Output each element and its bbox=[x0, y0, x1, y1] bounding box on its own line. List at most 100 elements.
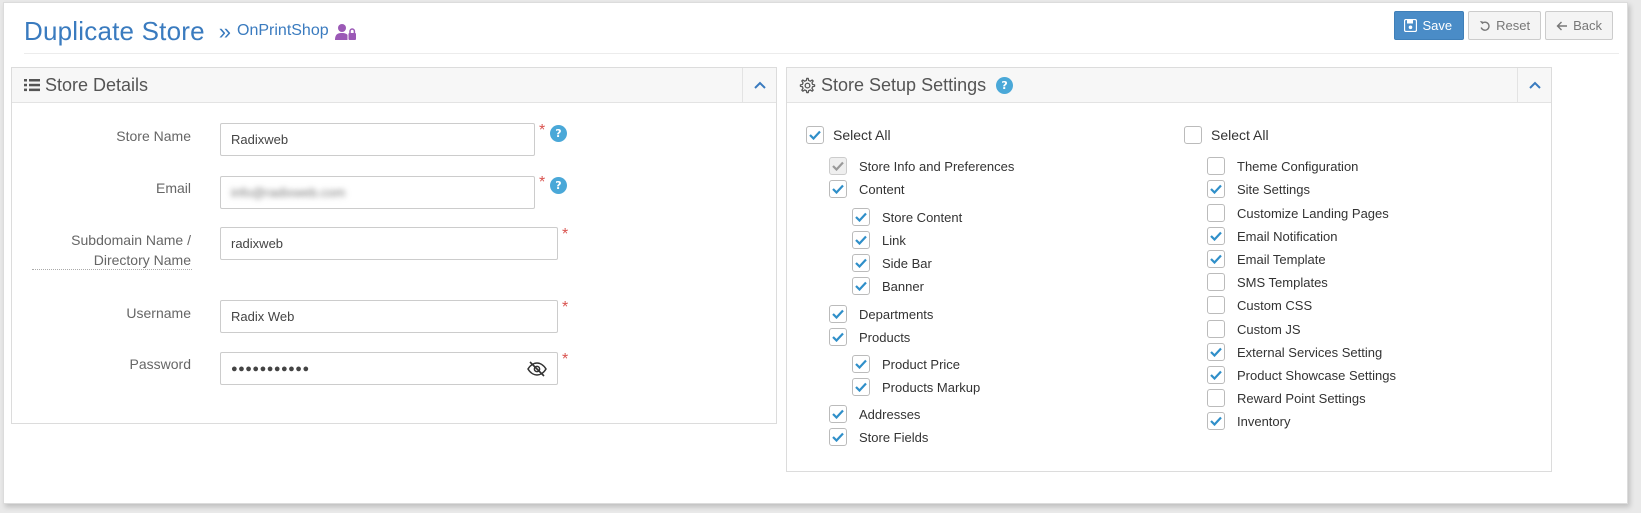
check-icon bbox=[832, 309, 844, 319]
store-details-panel: Store Details Store Name Radixweb * ? Em… bbox=[11, 67, 777, 424]
store-details-collapse-button[interactable] bbox=[742, 68, 776, 102]
checkbox-label: Side Bar bbox=[882, 255, 932, 271]
setup-option-left[interactable]: Product Price bbox=[852, 354, 960, 374]
setup-option-right[interactable]: External Services Setting bbox=[1207, 342, 1382, 362]
check-icon bbox=[855, 281, 867, 291]
back-button[interactable]: Back bbox=[1545, 11, 1613, 40]
store-setup-help-icon[interactable]: ? bbox=[996, 76, 1014, 94]
check-icon bbox=[809, 130, 821, 140]
setup-option-right[interactable]: Custom JS bbox=[1207, 319, 1301, 339]
setup-option-left[interactable]: Side Bar bbox=[852, 253, 932, 273]
checkbox[interactable] bbox=[829, 405, 847, 423]
checkbox[interactable] bbox=[1207, 389, 1225, 407]
save-label: Save bbox=[1422, 18, 1453, 33]
checkbox[interactable] bbox=[1207, 227, 1225, 245]
check-icon bbox=[1210, 416, 1222, 426]
checkbox[interactable] bbox=[1207, 250, 1225, 268]
setup-option-right[interactable]: Customize Landing Pages bbox=[1207, 203, 1389, 223]
select-all-right-checkbox[interactable]: Select All bbox=[1184, 125, 1269, 145]
eye-slash-icon[interactable] bbox=[527, 360, 547, 377]
check-icon bbox=[832, 184, 844, 194]
setup-option-left[interactable]: Store Content bbox=[852, 207, 962, 227]
checkbox-label: Email Template bbox=[1237, 251, 1326, 267]
app-frame: Duplicate Store » OnPrintShop Save Reset bbox=[3, 2, 1628, 504]
checkbox[interactable] bbox=[1207, 157, 1225, 175]
checkbox-label: Site Settings bbox=[1237, 181, 1310, 197]
setup-option-left[interactable]: Addresses bbox=[829, 404, 920, 424]
checkbox-label: SMS Templates bbox=[1237, 274, 1328, 290]
save-button[interactable]: Save bbox=[1394, 11, 1465, 40]
checkbox[interactable] bbox=[1184, 126, 1202, 144]
checkbox[interactable] bbox=[852, 254, 870, 272]
checkbox[interactable] bbox=[1207, 320, 1225, 338]
setup-option-left[interactable]: Products Markup bbox=[852, 377, 980, 397]
store-name-help-icon[interactable]: ? bbox=[550, 125, 567, 142]
checkbox-label: Select All bbox=[1211, 127, 1269, 143]
store-setup-collapse-button[interactable] bbox=[1517, 68, 1551, 102]
reset-button[interactable]: Reset bbox=[1468, 11, 1542, 40]
undo-icon bbox=[1479, 20, 1490, 31]
checkbox[interactable] bbox=[829, 428, 847, 446]
email-field[interactable]: info@radixweb.com bbox=[220, 176, 535, 209]
username-input[interactable]: Radix Web bbox=[220, 300, 558, 333]
setup-option-right[interactable]: Site Settings bbox=[1207, 179, 1310, 199]
checkbox[interactable] bbox=[852, 378, 870, 396]
checkbox[interactable] bbox=[1207, 273, 1225, 291]
setup-option-left[interactable]: Store Info and Preferences bbox=[829, 156, 1014, 176]
subdomain-label-underline bbox=[32, 269, 192, 270]
required-marker: * bbox=[562, 226, 569, 243]
checkbox[interactable] bbox=[852, 208, 870, 226]
checkbox[interactable] bbox=[1207, 412, 1225, 430]
page-header: Duplicate Store » OnPrintShop bbox=[24, 11, 357, 51]
checkbox-label: Banner bbox=[882, 278, 924, 294]
setup-option-right[interactable]: Inventory bbox=[1207, 411, 1290, 431]
checkbox[interactable] bbox=[829, 305, 847, 323]
checkbox-label: Email Notification bbox=[1237, 228, 1338, 244]
checkbox[interactable] bbox=[1207, 180, 1225, 198]
checkbox[interactable] bbox=[1207, 343, 1225, 361]
checkbox-label: Inventory bbox=[1237, 413, 1291, 429]
setup-option-left[interactable]: Banner bbox=[852, 276, 924, 296]
checkbox[interactable] bbox=[829, 180, 847, 198]
store-setup-title: Store Setup Settings bbox=[821, 74, 987, 95]
gear-icon bbox=[799, 77, 816, 93]
checkbox-label: Customize Landing Pages bbox=[1237, 205, 1389, 221]
checkbox[interactable] bbox=[1207, 204, 1225, 222]
checkbox[interactable] bbox=[852, 231, 870, 249]
toolbar: Save Reset Back bbox=[1394, 11, 1613, 40]
checkbox[interactable] bbox=[829, 157, 847, 175]
setup-option-right[interactable]: Theme Configuration bbox=[1207, 156, 1358, 176]
required-marker: * bbox=[539, 174, 546, 191]
checkbox-label: Store Fields bbox=[859, 429, 929, 445]
checkbox[interactable] bbox=[1207, 296, 1225, 314]
checkbox[interactable] bbox=[852, 277, 870, 295]
checkbox[interactable] bbox=[829, 328, 847, 346]
check-icon bbox=[855, 382, 867, 392]
setup-option-right[interactable]: Reward Point Settings bbox=[1207, 388, 1366, 408]
email-label: Email bbox=[155, 180, 191, 196]
setup-option-left[interactable]: Content bbox=[829, 179, 905, 199]
checkbox-label: Addresses bbox=[859, 406, 921, 422]
setup-option-right[interactable]: Product Showcase Settings bbox=[1207, 365, 1396, 385]
checkbox[interactable] bbox=[806, 126, 824, 144]
setup-option-right[interactable]: Email Notification bbox=[1207, 226, 1337, 246]
setup-option-left[interactable]: Departments bbox=[829, 304, 933, 324]
password-field[interactable]: ●●●●●●●●●●● bbox=[220, 352, 558, 385]
chevron-up-icon bbox=[1528, 81, 1541, 89]
subdomain-input[interactable]: radixweb bbox=[220, 227, 558, 260]
email-help-icon[interactable]: ? bbox=[550, 177, 567, 194]
setup-option-right[interactable]: Custom CSS bbox=[1207, 295, 1312, 315]
checkbox-label: Product Price bbox=[882, 356, 961, 372]
setup-option-right[interactable]: SMS Templates bbox=[1207, 272, 1328, 292]
checkbox[interactable] bbox=[852, 355, 870, 373]
store-name-input[interactable]: Radixweb bbox=[220, 123, 535, 156]
subdomain-label: Subdomain Name / Directory Name bbox=[16, 230, 191, 270]
setup-option-right[interactable]: Email Template bbox=[1207, 249, 1326, 269]
setup-option-left[interactable]: Link bbox=[852, 230, 906, 250]
password-label: Password bbox=[129, 356, 191, 372]
setup-option-left[interactable]: Store Fields bbox=[829, 427, 928, 447]
checkbox[interactable] bbox=[1207, 366, 1225, 384]
setup-option-left[interactable]: Products bbox=[829, 327, 910, 347]
breadcrumb-store[interactable]: OnPrintShop bbox=[237, 22, 329, 40]
select-all-left-checkbox[interactable]: Select All bbox=[806, 125, 891, 145]
